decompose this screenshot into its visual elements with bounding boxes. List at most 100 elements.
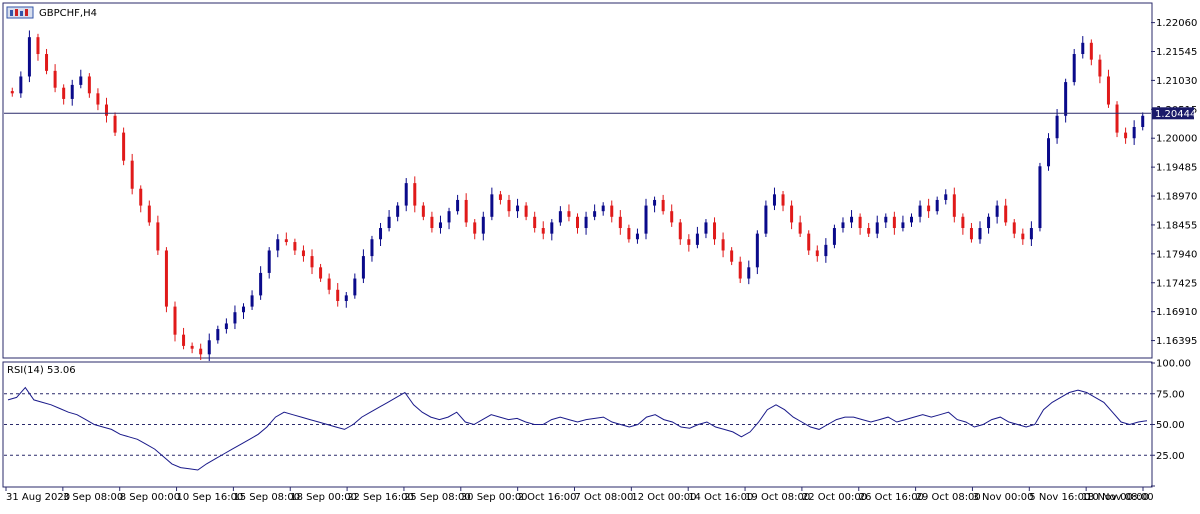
candle-body (207, 340, 211, 355)
time-tick-label: 26 Oct 16:00 (859, 492, 924, 503)
rsi-indicator-label: RSI(14) 53.06 (7, 365, 76, 376)
chart-window: 1.220601.215451.210301.205151.200001.194… (0, 0, 1200, 510)
candle-body (541, 228, 545, 234)
candle-body (464, 199, 468, 223)
candle-body (918, 205, 922, 217)
candle-body (413, 183, 417, 206)
candle-body (122, 132, 126, 161)
candle-body (319, 267, 323, 279)
candle-body (978, 228, 982, 240)
candle-body (507, 199, 511, 212)
candle-body (267, 250, 271, 273)
candle-body (1055, 115, 1059, 139)
candle-body (156, 222, 160, 251)
candle-body (687, 239, 691, 245)
price-tick-label: 1.17425 (1156, 278, 1197, 289)
candle-body (901, 222, 905, 229)
rsi-tick-label: 25.00 (1156, 451, 1185, 462)
candle-body (961, 216, 965, 229)
candle-body (533, 216, 537, 229)
candle-body (944, 194, 948, 200)
candle-body (379, 228, 383, 240)
chart-canvas: 1.220601.215451.210301.205151.200001.194… (2, 2, 1197, 503)
candle-body (10, 91, 14, 94)
candle-body (216, 329, 220, 341)
candle-body (259, 272, 263, 296)
candle-body (1132, 126, 1136, 139)
candle-body (558, 211, 562, 223)
candle-body (250, 295, 254, 307)
candle-body (721, 239, 725, 251)
candle-body (1106, 76, 1110, 105)
candle-body (713, 222, 717, 240)
candle-body (336, 289, 340, 301)
chart-title: GBPCHF,H4 (39, 8, 97, 19)
candle-body (935, 199, 939, 212)
candle-body (182, 334, 186, 346)
candle-body (524, 205, 528, 217)
rsi-panel-frame (2, 361, 1153, 488)
price-tick-label: 1.16910 (1156, 307, 1197, 318)
candle-body (113, 115, 117, 133)
time-axis: 31 Aug 20203 Sep 08:008 Sep 00:0010 Sep … (5, 487, 1154, 503)
candle-body (79, 76, 83, 85)
candle-body (199, 348, 203, 355)
price-tick-label: 1.18455 (1156, 220, 1197, 231)
candle-body (858, 216, 862, 229)
candle-body (53, 70, 57, 88)
candle-body (233, 312, 237, 324)
candle-body (1029, 228, 1033, 240)
candle-body (1141, 115, 1145, 127)
candle-body (27, 37, 31, 77)
candle-body (627, 228, 631, 240)
candle-body (704, 222, 708, 234)
candle-body (884, 216, 888, 223)
time-tick-label: 22 Oct 00:00 (802, 492, 867, 503)
candle-body (781, 194, 785, 206)
time-tick-label: 14 Oct 16:00 (688, 492, 753, 503)
price-tick-label: 1.22060 (1156, 18, 1197, 29)
candle-body (601, 205, 605, 212)
candle-body (36, 37, 40, 55)
candle-body (438, 222, 442, 229)
candle-body (1021, 233, 1025, 240)
price-tick-label: 1.16395 (1156, 336, 1197, 347)
time-tick-label: 13 Nov 00:00 (1082, 492, 1149, 503)
time-tick-label: 31 Aug 2020 (6, 492, 70, 503)
candle-body (593, 211, 597, 217)
candle-body (353, 278, 357, 296)
chart-window-icon[interactable] (6, 6, 34, 19)
candle-body (798, 222, 802, 234)
candle-body (293, 242, 297, 251)
candle-body (824, 244, 828, 257)
time-tick-label: 12 Oct 00:00 (631, 492, 696, 503)
candle-body (96, 93, 100, 105)
candle-body (1089, 42, 1093, 60)
price-tick-label: 1.19485 (1156, 163, 1197, 174)
candle-body (242, 306, 246, 313)
candle-body (892, 216, 896, 229)
candle-body (952, 194, 956, 217)
candle-body (70, 84, 74, 99)
candle-body (344, 295, 348, 301)
candle-body (87, 76, 91, 94)
candle-body (610, 205, 614, 217)
candle-body (447, 211, 451, 223)
candle-body (772, 194, 776, 206)
candle-body (387, 216, 391, 229)
candle-body (841, 222, 845, 229)
candle-body (738, 261, 742, 279)
candle-body (1038, 166, 1042, 229)
time-tick-label: 19 Oct 08:00 (745, 492, 810, 503)
candle-body (867, 228, 871, 234)
candle-body (969, 228, 973, 240)
candle-body (790, 205, 794, 223)
candle-body (567, 211, 571, 217)
candle-body (1064, 82, 1068, 116)
candle-body (1072, 54, 1076, 83)
time-tick-label: 3 Nov 00:00 (972, 492, 1033, 503)
candle-body (618, 216, 622, 229)
rsi-tick-label: 50.00 (1156, 420, 1185, 431)
candle-body (1115, 104, 1119, 133)
candle-body (653, 199, 657, 206)
